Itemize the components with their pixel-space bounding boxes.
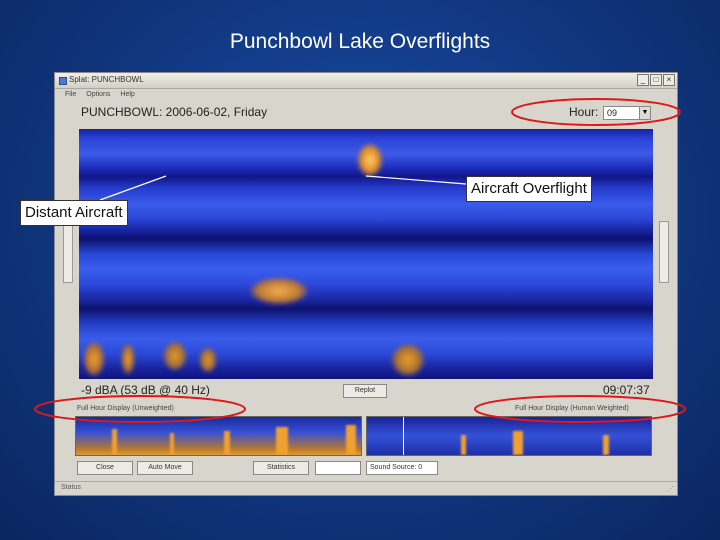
signal-mark xyxy=(112,429,117,455)
right-scroll-handle[interactable] xyxy=(659,221,669,283)
menu-options[interactable]: Options xyxy=(86,91,110,98)
resize-grip-icon[interactable]: ⋰ xyxy=(667,485,674,493)
full-hour-unweighted-display[interactable] xyxy=(75,416,362,456)
cursor-line xyxy=(403,417,404,455)
sound-source-field[interactable]: Sound Source: 0 xyxy=(366,461,438,475)
minimize-button[interactable]: _ xyxy=(637,74,649,86)
auto-move-button[interactable]: Auto Move xyxy=(137,461,193,475)
chevron-down-icon[interactable]: ▼ xyxy=(639,107,650,119)
window-titlebar[interactable]: Splat: PUNCHBOWL _ □ × xyxy=(55,73,677,89)
distant-signal xyxy=(249,277,309,305)
slide-title: Punchbowl Lake Overflights xyxy=(229,30,491,53)
replot-button[interactable]: Replot xyxy=(343,384,387,398)
hour-value: 09 xyxy=(607,108,618,118)
overflight-signal xyxy=(357,143,383,177)
signal-mark xyxy=(346,425,356,455)
signal-burst xyxy=(163,341,187,371)
window-title: Splat: PUNCHBOWL xyxy=(69,75,144,84)
signal-mark xyxy=(224,431,230,455)
app-icon xyxy=(59,77,67,85)
right-panel-label: Full Hour Display (Human Weighted) xyxy=(515,405,629,412)
close-window-button[interactable]: × xyxy=(663,74,675,86)
signal-mark xyxy=(461,435,466,455)
blank-field[interactable] xyxy=(315,461,361,475)
close-button[interactable]: Close xyxy=(77,461,133,475)
signal-mark xyxy=(170,433,174,455)
time-readout: 09:07:37 xyxy=(603,383,650,397)
statistics-button[interactable]: Statistics xyxy=(253,461,309,475)
distant-aircraft-callout: Distant Aircraft xyxy=(20,200,128,226)
signal-mark xyxy=(513,431,523,455)
signal-burst xyxy=(121,343,135,375)
status-bar: Status ⋰ xyxy=(55,481,677,495)
window-controls: _ □ × xyxy=(637,74,675,86)
left-panel-label: Full Hour Display (Unweighted) xyxy=(77,405,174,412)
left-scroll-handle[interactable] xyxy=(63,221,73,283)
full-hour-weighted-display[interactable] xyxy=(366,416,652,456)
menu-help[interactable]: Help xyxy=(120,91,134,98)
menu-file[interactable]: File xyxy=(65,91,76,98)
signal-burst xyxy=(199,347,217,373)
maximize-button[interactable]: □ xyxy=(650,74,662,86)
hour-select[interactable]: 09 ▼ xyxy=(603,106,651,120)
signal-mark xyxy=(276,427,288,455)
menubar: File Options Help xyxy=(65,91,135,98)
signal-burst xyxy=(83,341,105,377)
spectrogram-view[interactable] xyxy=(79,129,653,379)
signal-mark xyxy=(603,435,609,455)
aircraft-overflight-callout: Aircraft Overflight xyxy=(466,176,592,202)
hour-label: Hour: xyxy=(569,105,599,119)
signal-burst xyxy=(391,343,425,377)
level-readout: -9 dBA (53 dB @ 40 Hz) xyxy=(81,383,210,397)
location-date-label: PUNCHBOWL: 2006-06-02, Friday xyxy=(81,105,268,119)
status-text: Status xyxy=(61,484,81,491)
app-window: Splat: PUNCHBOWL _ □ × File Options Help… xyxy=(54,72,678,496)
